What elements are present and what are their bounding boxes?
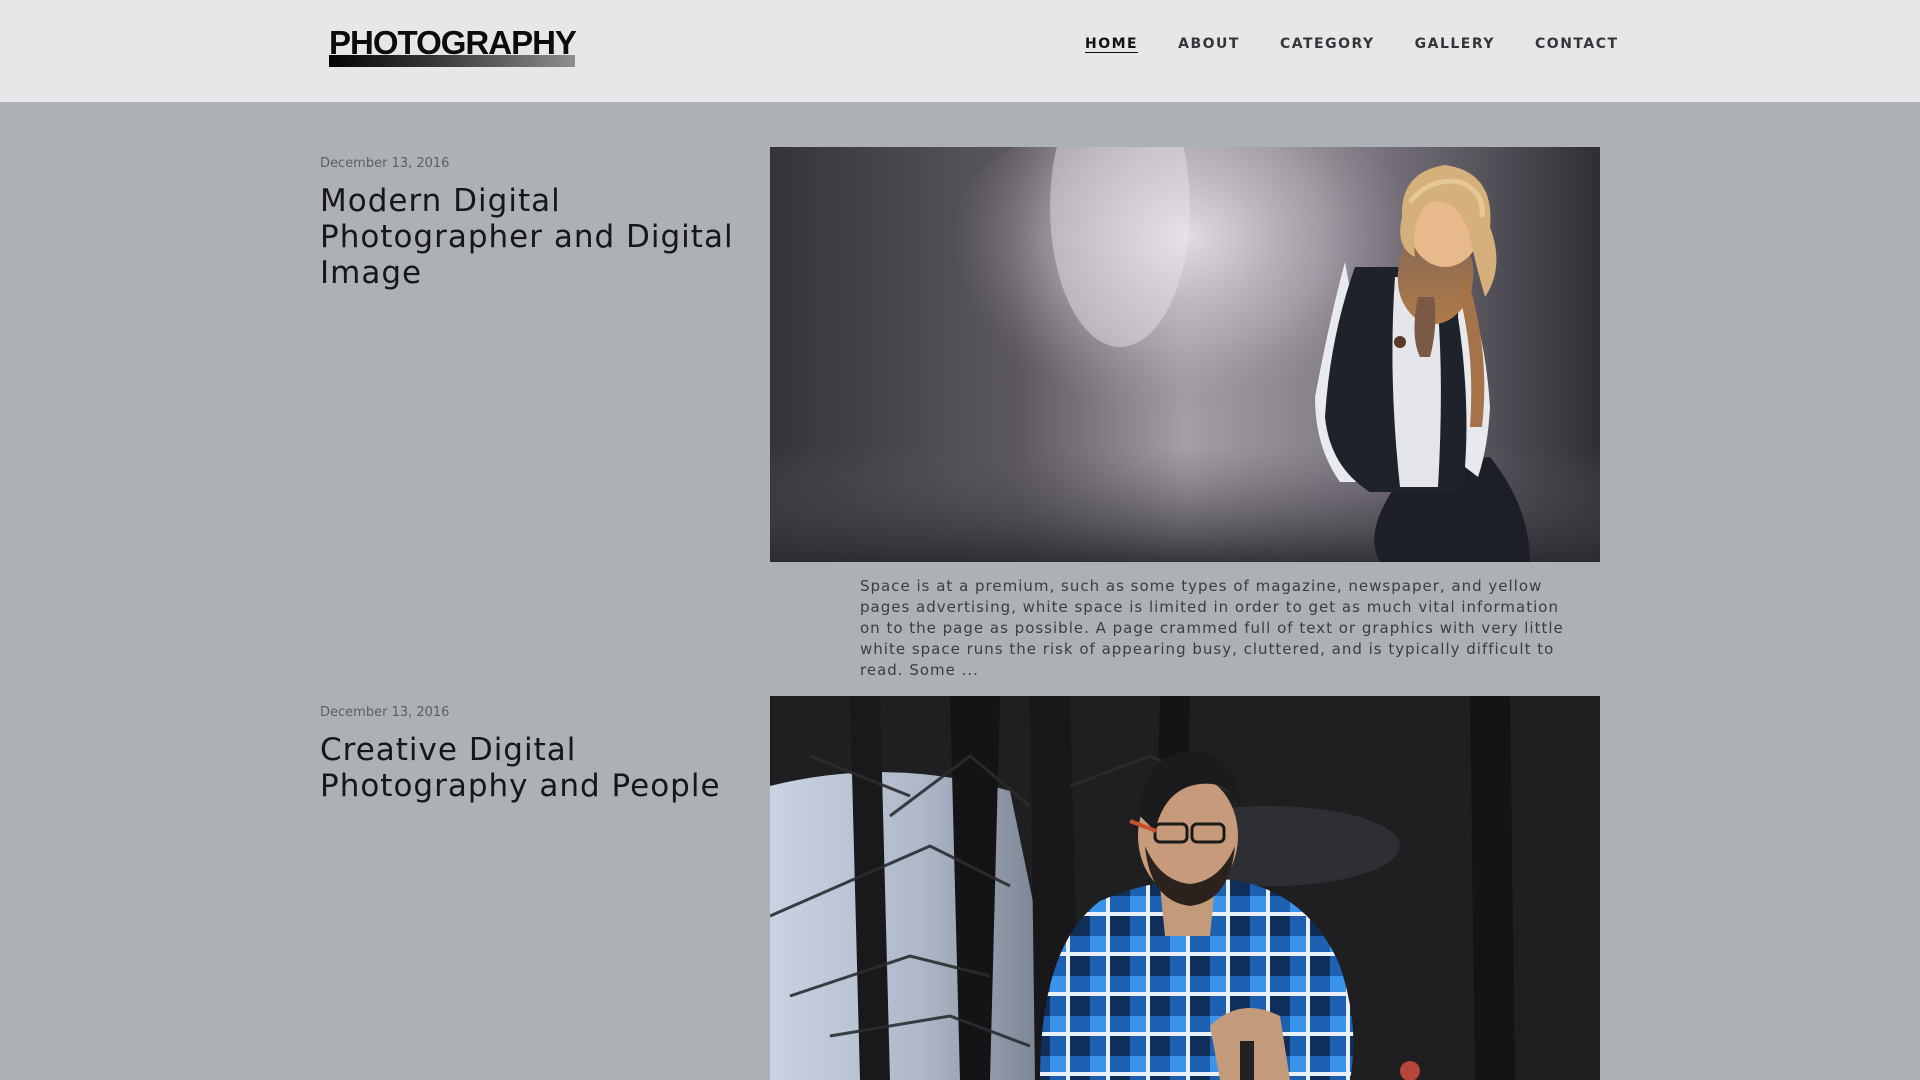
post-card: December 13, 2016 Creative Digital Photo… xyxy=(0,696,1920,1080)
woman-with-scarf-photo xyxy=(770,147,1600,562)
nav-home[interactable]: HOME xyxy=(1085,36,1138,52)
nav-contact[interactable]: CONTACT xyxy=(1535,36,1619,52)
post-image-woman-with-scarf[interactable] xyxy=(770,147,1600,562)
site-logo[interactable]: PHOTOGRAPHY xyxy=(329,24,577,68)
nav-gallery[interactable]: GALLERY xyxy=(1415,36,1495,52)
main-nav: HOME ABOUT CATEGORY GALLERY CONTACT xyxy=(1085,34,1619,54)
site-header: PHOTOGRAPHY HOME ABOUT CATEGORY GALLERY … xyxy=(0,0,1920,102)
post-title-link[interactable]: Creative Digital Photography and People xyxy=(320,732,740,804)
post-date: December 13, 2016 xyxy=(320,705,450,720)
post-date: December 13, 2016 xyxy=(320,156,450,171)
man-in-forest-photo xyxy=(770,696,1600,1080)
post-image-man-in-forest[interactable] xyxy=(770,696,1600,1080)
post-title-link[interactable]: Modern Digital Photographer and Digital … xyxy=(320,183,740,291)
post-excerpt: Space is at a premium, such as some type… xyxy=(860,577,1564,679)
nav-about[interactable]: ABOUT xyxy=(1178,36,1240,52)
nav-category[interactable]: CATEGORY xyxy=(1280,36,1375,52)
logo-text: PHOTOGRAPHY xyxy=(329,24,577,61)
post-card: December 13, 2016 Modern Digital Photogr… xyxy=(0,147,1920,679)
